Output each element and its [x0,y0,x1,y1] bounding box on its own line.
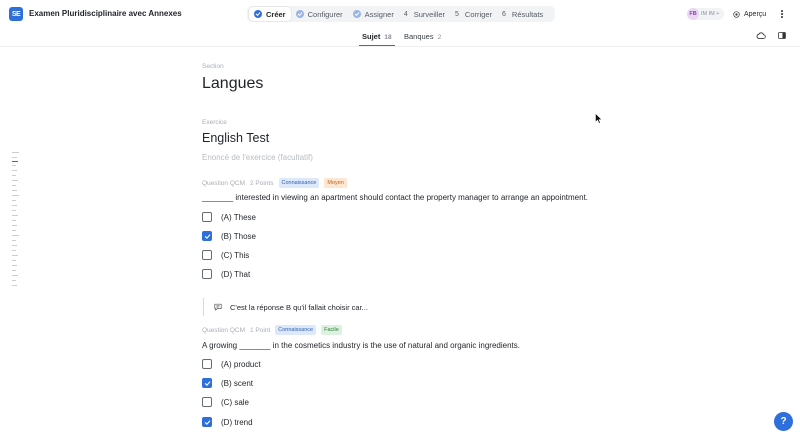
answer-option[interactable]: (A) These [202,211,256,223]
answer-option[interactable]: (B) Those [202,230,256,242]
difficulty-badge[interactable]: Moyen [324,178,347,188]
tab-sujet[interactable]: Sujet 18 [359,32,395,47]
tab-label: Banques [404,32,434,41]
help-button[interactable]: ? [774,412,793,431]
option-label[interactable]: (C) sale [221,398,249,407]
answer-option[interactable]: (C) This [202,249,249,261]
option-checkbox[interactable] [202,250,212,260]
comment-icon [214,303,222,311]
exercise-title[interactable]: English Test [202,131,269,145]
question-type: Question QCM [202,179,245,187]
check-circle-icon [352,10,361,18]
option-label[interactable]: (B) Those [221,232,256,241]
step-corriger[interactable]: 5 Corriger [450,7,497,21]
step-configurer[interactable]: Configurer [291,7,348,21]
question-type: Question QCM [202,326,245,334]
step-number: 5 [455,10,459,18]
answer-option[interactable]: (A) product [202,358,261,370]
preview-label: Aperçu [744,10,767,18]
step-label: Surveiller [413,9,445,19]
step-creer[interactable]: Créer [249,7,291,21]
exam-title[interactable]: Examen Pluridisciplinaire avec Annexes [29,9,182,18]
question-text[interactable]: A growing _______ in the cosmetics indus… [202,341,520,350]
option-checkbox-checked[interactable] [202,417,212,427]
difficulty-badge[interactable]: Facile [321,325,342,335]
divider [0,46,800,47]
option-checkbox-checked[interactable] [202,231,212,241]
feedback-text[interactable]: C'est la réponse B qu'il fallait choisir… [230,303,368,312]
step-label: Créer [266,9,286,19]
app-logo[interactable]: SE [9,7,23,21]
option-label[interactable]: (D) That [221,270,250,279]
tag-badge[interactable]: Connaissance [278,178,320,188]
top-bar: SE Examen Pluridisciplinaire avec Annexe… [0,0,800,28]
step-assigner[interactable]: Assigner [348,7,399,21]
step-label: Résultats [511,9,544,19]
option-label[interactable]: (C) This [221,251,249,260]
eye-icon [733,10,740,18]
check-circle-icon [295,10,304,18]
tab-count: 2 [437,34,442,41]
question-meta: Question QCM 2 Points Connaissance Moyen [202,178,347,188]
question-text[interactable]: _______ interested in viewing an apartme… [202,193,588,202]
answer-feedback[interactable]: C'est la réponse B qu'il fallait choisir… [203,298,633,316]
section-title[interactable]: Langues [202,75,263,93]
option-label[interactable]: (B) scent [221,379,253,388]
avatar-more: IM IM + [701,11,720,17]
cloud-icon[interactable] [756,31,766,40]
step-number: 4 [403,10,408,18]
tag-badge[interactable]: Connaissance [275,325,317,335]
option-checkbox[interactable] [202,212,212,222]
step-number: 6 [502,10,506,18]
preview-button[interactable]: Aperçu [729,7,770,21]
outline-rail[interactable] [12,152,20,288]
exercise-kicker: Exercice [202,119,227,126]
collaborators[interactable]: FB IM IM + [687,8,724,20]
step-label: Assigner [364,9,394,19]
option-checkbox[interactable] [202,397,212,407]
avatar: FB [687,8,699,20]
option-label[interactable]: (D) trend [221,418,253,427]
question-points[interactable]: 1 Point [250,327,270,334]
option-checkbox[interactable] [202,359,212,369]
step-resultats[interactable]: 6 Résultats [497,7,548,21]
exercise-statement-input[interactable]: Enoncé de l'exercice (facultatif) [202,153,313,162]
check-circle-icon [254,10,262,18]
step-label: Configurer [307,9,343,19]
more-menu-icon[interactable] [779,8,785,20]
section-kicker: Section [202,63,224,70]
answer-option[interactable]: (D) That [202,268,250,280]
answer-option[interactable]: (D) trend [202,416,253,428]
answer-option[interactable]: (B) scent [202,377,253,389]
step-surveiller[interactable]: 4 Surveiller [399,7,450,21]
option-label[interactable]: (A) These [221,213,256,222]
tab-banques[interactable]: Banques 2 [404,32,441,41]
tab-label: Sujet [362,32,381,41]
question-meta: Question QCM 1 Point Connaissance Facile [202,325,342,335]
mouse-pointer-icon [595,113,602,124]
option-label[interactable]: (A) product [221,360,261,369]
side-panel-icon[interactable] [778,32,786,39]
content-tabs: Sujet 18 Banques 2 [0,28,800,47]
option-checkbox[interactable] [202,269,212,279]
answer-option[interactable]: (C) sale [202,396,249,408]
option-checkbox-checked[interactable] [202,378,212,388]
workflow-stepper: Créer Configurer Assigner 4 Surveiller 5… [247,6,555,22]
question-points[interactable]: 2 Points [250,180,274,187]
step-label: Corriger [464,9,492,19]
tab-count: 18 [384,34,392,41]
